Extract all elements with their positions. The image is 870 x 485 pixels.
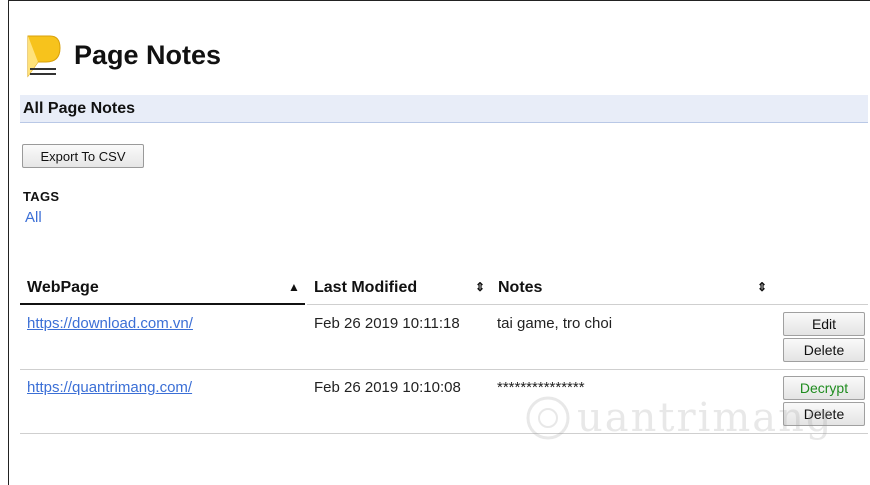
tag-all-link[interactable]: All: [25, 209, 42, 226]
column-header-actions: [774, 275, 868, 305]
edit-button[interactable]: Edit: [783, 312, 865, 336]
delete-button[interactable]: Delete: [783, 402, 865, 426]
delete-button[interactable]: Delete: [783, 338, 865, 362]
notes-cell: tai game, tro choi: [497, 315, 613, 332]
export-csv-button[interactable]: Export To CSV: [22, 144, 144, 168]
tags-label: TAGS: [23, 189, 60, 204]
sort-toggle-icon: ⇕: [475, 280, 486, 294]
decrypt-button[interactable]: Decrypt: [783, 376, 865, 400]
section-title: All Page Notes: [23, 100, 136, 117]
column-header-webpage[interactable]: WebPage ▲: [20, 275, 305, 305]
page-header: Page Notes: [22, 30, 221, 80]
page-title: Page Notes: [74, 39, 222, 70]
webpage-link[interactable]: https://download.com.vn/: [27, 315, 193, 332]
column-header-last-modified[interactable]: Last Modified ⇕: [307, 275, 495, 305]
sort-ascending-icon: ▲: [288, 280, 300, 294]
window-frame-top: [8, 0, 870, 10]
last-modified-cell: Feb 26 2019 10:10:08: [314, 379, 461, 396]
table-row: https://download.com.vn/ Feb 26 2019 10:…: [20, 307, 868, 370]
last-modified-cell: Feb 26 2019 10:11:18: [314, 315, 460, 332]
page-notes-logo-icon: [27, 35, 61, 78]
webpage-link[interactable]: https://quantrimang.com/: [27, 379, 192, 396]
sort-toggle-icon: ⇕: [757, 280, 768, 294]
column-header-notes[interactable]: Notes ⇕: [491, 275, 774, 305]
window-frame-left: [8, 0, 9, 485]
table-row: https://quantrimang.com/ Feb 26 2019 10:…: [20, 371, 868, 434]
notes-cell: ***************: [497, 379, 585, 396]
section-header: All Page Notes: [20, 95, 868, 123]
